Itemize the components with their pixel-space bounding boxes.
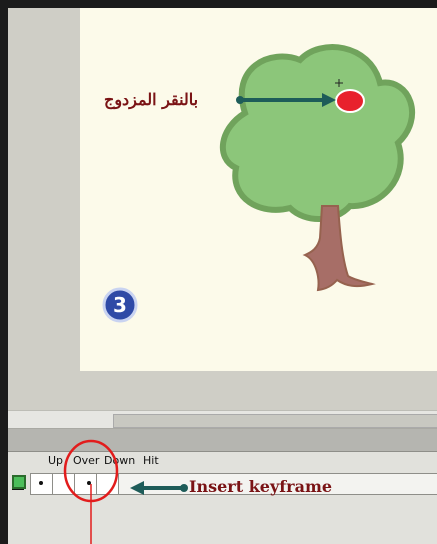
timeline-panel: Up Over Down Hit Insert keyframe bbox=[8, 428, 437, 544]
insert-keyframe-callout: Insert keyframe bbox=[189, 477, 333, 496]
horizontal-scrollbar-thumb[interactable] bbox=[113, 414, 437, 428]
step-number: 3 bbox=[113, 293, 127, 317]
stage-canvas[interactable]: 3 bbox=[80, 8, 437, 371]
stage-drawing: 3 bbox=[102, 44, 416, 323]
arrow-icon bbox=[130, 481, 188, 495]
arabic-double-click-callout: بالنقر المزدوج bbox=[104, 90, 199, 109]
tree-foliage[interactable] bbox=[219, 44, 416, 222]
flash-window: 3 بالنقر المزدوج Up Over Down Hit Insert… bbox=[8, 8, 437, 544]
step-badge: 3 bbox=[102, 287, 138, 323]
apple-shape[interactable] bbox=[335, 89, 365, 113]
